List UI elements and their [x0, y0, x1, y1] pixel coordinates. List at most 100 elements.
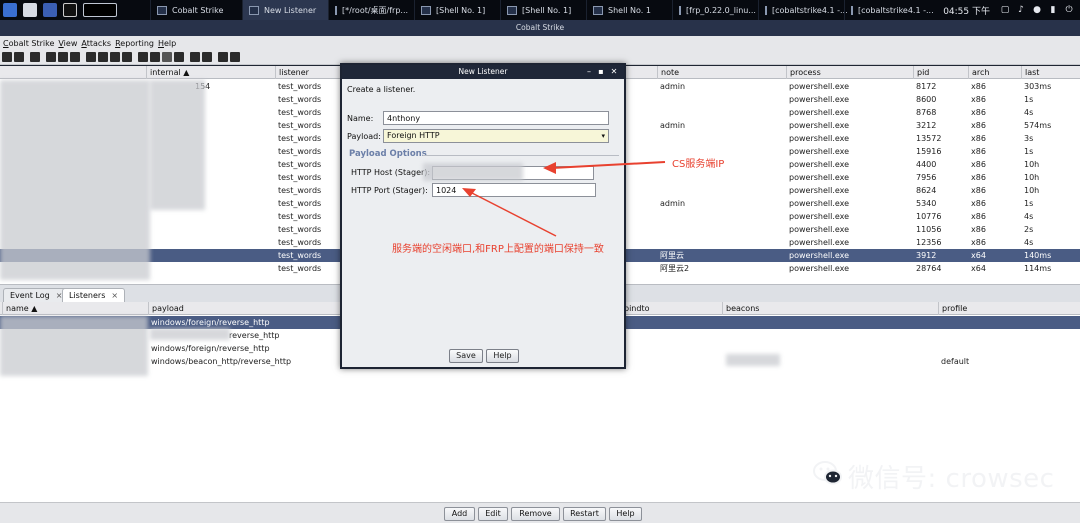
section-divider	[423, 155, 619, 156]
screen-icon[interactable]: ▢	[1000, 5, 1010, 15]
downloads-icon[interactable]	[98, 52, 108, 62]
taskbar-task[interactable]: [frp_0.22.0_linu...	[672, 0, 758, 20]
taskbar-task-label: New Listener	[264, 5, 317, 15]
files-icon[interactable]	[43, 3, 57, 17]
taskbar-task[interactable]: Cobalt Strike	[150, 0, 242, 20]
office-macro-icon[interactable]	[162, 52, 172, 62]
remove-button[interactable]: Remove	[511, 507, 560, 521]
col-beacons[interactable]: beacons	[722, 302, 938, 315]
notification-bell-icon[interactable]: ●	[1032, 5, 1042, 15]
java-applet-icon[interactable]	[150, 52, 160, 62]
powershell-icon[interactable]	[174, 52, 184, 62]
dialog-title: New Listener	[458, 67, 508, 76]
restart-button[interactable]: Restart	[563, 507, 606, 521]
maximize-icon[interactable]: ▪	[596, 65, 606, 79]
col-name[interactable]: name ▲	[2, 302, 148, 315]
taskbar-task[interactable]: [cobaltstrike4.1 -...	[844, 0, 934, 20]
pivot-graph-icon[interactable]	[46, 52, 56, 62]
target-table-icon[interactable]	[70, 52, 80, 62]
menu-attacks[interactable]: Attacks	[81, 39, 115, 48]
redacted-region	[150, 80, 205, 210]
clock[interactable]: 04:55 下午	[943, 5, 990, 17]
session-cell-arch: x86	[971, 199, 986, 208]
menu-help[interactable]: Help	[158, 39, 180, 48]
connect-icon[interactable]	[2, 52, 12, 62]
help-button[interactable]: Help	[609, 507, 642, 521]
http-port-field[interactable]	[432, 183, 596, 197]
session-cell-last: 1s	[1024, 147, 1034, 156]
col-note[interactable]: note	[657, 66, 786, 79]
col-process[interactable]: process	[786, 66, 913, 79]
col-payload[interactable]: payload	[148, 302, 348, 315]
window-icon	[765, 5, 767, 15]
session-cell-listener: test_words	[278, 160, 322, 169]
window-icon	[249, 5, 259, 15]
tab-event-log[interactable]: Event Log ×	[3, 288, 70, 303]
help-book-icon[interactable]	[218, 52, 228, 62]
chevron-down-icon[interactable]: ▾	[601, 130, 605, 142]
session-cell-arch: x64	[971, 251, 986, 260]
taskbar-task[interactable]: New Listener	[242, 0, 328, 20]
power-icon[interactable]: ⏻	[1064, 5, 1074, 15]
session-cell-pid: 28764	[916, 264, 942, 273]
session-cell-last: 3s	[1024, 134, 1034, 143]
about-icon[interactable]	[230, 52, 240, 62]
taskbar-task-label: Shell No. 1	[608, 5, 651, 15]
taskbar-task[interactable]: [Shell No. 1]	[500, 0, 586, 20]
close-icon[interactable]: ✕	[609, 65, 619, 79]
menu-cobalt-strike[interactable]: Cobalt Strike	[3, 39, 58, 48]
link-icon[interactable]	[190, 52, 200, 62]
minimize-icon[interactable]: –	[584, 65, 594, 79]
terminal-icon[interactable]	[63, 3, 77, 17]
menu-view[interactable]: View	[58, 39, 81, 48]
workspace-switcher-icon[interactable]	[83, 3, 117, 17]
taskbar-task-label: [*/root/桌面/frp...	[342, 5, 409, 15]
taskbar-task[interactable]: [cobaltstrike4.1 -...	[758, 0, 848, 20]
disconnect-icon[interactable]	[14, 52, 24, 62]
session-cell-process: powershell.exe	[789, 212, 850, 221]
col-last[interactable]: last	[1021, 66, 1080, 79]
tab-listeners[interactable]: Listeners ×	[62, 288, 126, 303]
session-table-icon[interactable]	[58, 52, 68, 62]
wechat-logo-icon	[813, 461, 842, 485]
taskbar-task[interactable]: [Shell No. 1]	[414, 0, 500, 20]
session-cell-last: 1s	[1024, 95, 1034, 104]
cloud-icon[interactable]	[202, 52, 212, 62]
edit-button[interactable]: Edit	[478, 507, 508, 521]
session-cell-listener: test_words	[278, 186, 322, 195]
credentials-key-icon[interactable]	[86, 52, 96, 62]
session-cell-pid: 5340	[916, 199, 937, 208]
col-profile[interactable]: profile	[938, 302, 1080, 315]
screenshots-icon[interactable]	[122, 52, 132, 62]
http-host-field[interactable]	[423, 163, 594, 181]
session-cell-pid: 15916	[916, 147, 942, 156]
taskbar-task[interactable]: [*/root/桌面/frp...	[328, 0, 414, 20]
taskbar-task[interactable]: Shell No. 1	[586, 0, 672, 20]
save-button[interactable]: Save	[449, 349, 483, 363]
col-internal[interactable]: internal ▲	[146, 66, 276, 79]
col-arch[interactable]: arch	[968, 66, 1021, 79]
session-cell-listener: test_words	[278, 108, 322, 117]
session-cell-process: powershell.exe	[789, 147, 850, 156]
col-bindto[interactable]: bindto	[620, 302, 722, 315]
menu-reporting[interactable]: Reporting	[115, 39, 158, 48]
lock-icon[interactable]: ▮	[1048, 5, 1058, 15]
keystrokes-icon[interactable]	[110, 52, 120, 62]
kali-menu-icon[interactable]	[3, 3, 17, 17]
audio-icon[interactable]: ♪	[1016, 5, 1026, 15]
col-pid[interactable]: pid	[913, 66, 968, 79]
payload-generator-gear-icon[interactable]	[138, 52, 148, 62]
listeners-headphones-icon[interactable]	[30, 52, 40, 62]
session-cell-note	[657, 223, 660, 236]
dialog-help-button[interactable]: Help	[486, 349, 519, 363]
add-button[interactable]: Add	[444, 507, 475, 521]
col-listener[interactable]: listener	[275, 66, 341, 79]
payload-select[interactable]: Foreign HTTP ▾	[383, 129, 609, 143]
desktop-icon[interactable]	[23, 3, 37, 17]
name-field[interactable]	[383, 111, 609, 125]
listener-button-bar: Add Edit Remove Restart Help	[0, 502, 1080, 523]
session-cell-process: powershell.exe	[789, 264, 850, 273]
close-icon[interactable]: ×	[111, 291, 118, 300]
window-icon	[593, 5, 603, 15]
name-label: Name:	[347, 114, 374, 123]
